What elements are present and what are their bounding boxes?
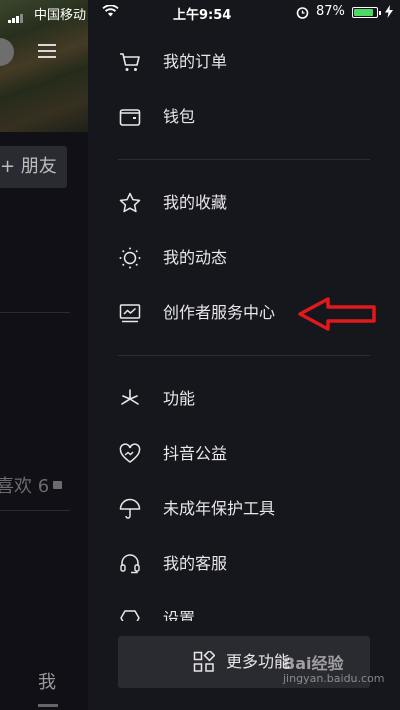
wallet-icon	[119, 109, 141, 126]
likes-tab: 喜欢 6	[0, 472, 63, 498]
tab-me: 我	[38, 672, 56, 693]
battery-icon	[352, 7, 381, 18]
watermark: Bai经验 jingyan.baidu.com	[283, 650, 385, 706]
menu-item-customer-service[interactable]: 我的客服	[88, 540, 400, 588]
star-icon	[119, 192, 141, 213]
menu-item-settings[interactable]: 设置	[88, 595, 400, 621]
background-page: + 朋友 喜欢 6 我	[0, 0, 88, 710]
grid-icon	[193, 651, 215, 672]
divider	[0, 312, 70, 313]
menu-item-label: 钱包	[163, 107, 196, 126]
menu-item-label: 我的收藏	[163, 193, 228, 212]
menu-item-charity[interactable]: 抖音公益	[88, 430, 400, 478]
side-drawer: 我的订单 钱包 我的收藏 我的动态 创作者服务中心 功能 抖音公益 未成年保护工…	[88, 0, 400, 710]
status-bar: 中国移动 上午9:54 87%	[0, 0, 400, 26]
umbrella-icon	[119, 498, 141, 519]
menu-item-wallet[interactable]: 钱包	[88, 93, 400, 141]
more-features-label: 更多功能	[226, 652, 291, 671]
section-divider	[118, 159, 370, 160]
menu-item-label: 我的动态	[163, 248, 228, 267]
charging-icon	[385, 5, 393, 22]
divider	[0, 510, 70, 511]
menu-item-label: 创作者服务中心	[163, 303, 276, 322]
wifi-icon	[102, 4, 119, 21]
menu-item-favorites[interactable]: 我的收藏	[88, 179, 400, 227]
watermark-logo: Bai经验	[283, 654, 344, 673]
menu-item-label: 抖音公益	[163, 444, 228, 463]
signal-icon	[8, 8, 24, 23]
menu-icon	[38, 44, 56, 58]
menu-item-activity[interactable]: 我的动态	[88, 234, 400, 282]
tab-indicator	[38, 704, 58, 707]
lock-icon	[53, 481, 63, 489]
charity-heart-icon	[119, 443, 141, 463]
sparkle-icon	[121, 389, 139, 405]
clock: 上午9:54	[173, 8, 232, 23]
section-divider	[118, 355, 370, 356]
watermark-url: jingyan.baidu.com	[283, 672, 385, 685]
alarm-icon	[296, 6, 309, 23]
chart-monitor-icon	[119, 304, 141, 323]
likes-label: 喜欢 6	[0, 476, 50, 497]
menu-item-features[interactable]: 功能	[88, 375, 400, 423]
menu-item-minor-protection[interactable]: 未成年保护工具	[88, 485, 400, 533]
annotation-arrow-icon	[298, 297, 376, 331]
headset-icon	[120, 554, 140, 574]
menu-item-orders[interactable]: 我的订单	[88, 38, 400, 86]
carrier-name: 中国移动	[34, 8, 87, 23]
menu-item-label: 功能	[163, 389, 196, 408]
menu-item-label: 我的客服	[163, 554, 228, 573]
menu-item-label: 设置	[163, 609, 196, 621]
menu-item-label: 我的订单	[163, 52, 228, 71]
settings-icon	[120, 610, 140, 621]
menu-item-label: 未成年保护工具	[163, 499, 276, 518]
add-friend-button: + 朋友	[0, 146, 67, 188]
battery-percent: 87%	[316, 4, 345, 19]
cart-icon	[120, 53, 140, 71]
sun-icon	[119, 247, 141, 269]
